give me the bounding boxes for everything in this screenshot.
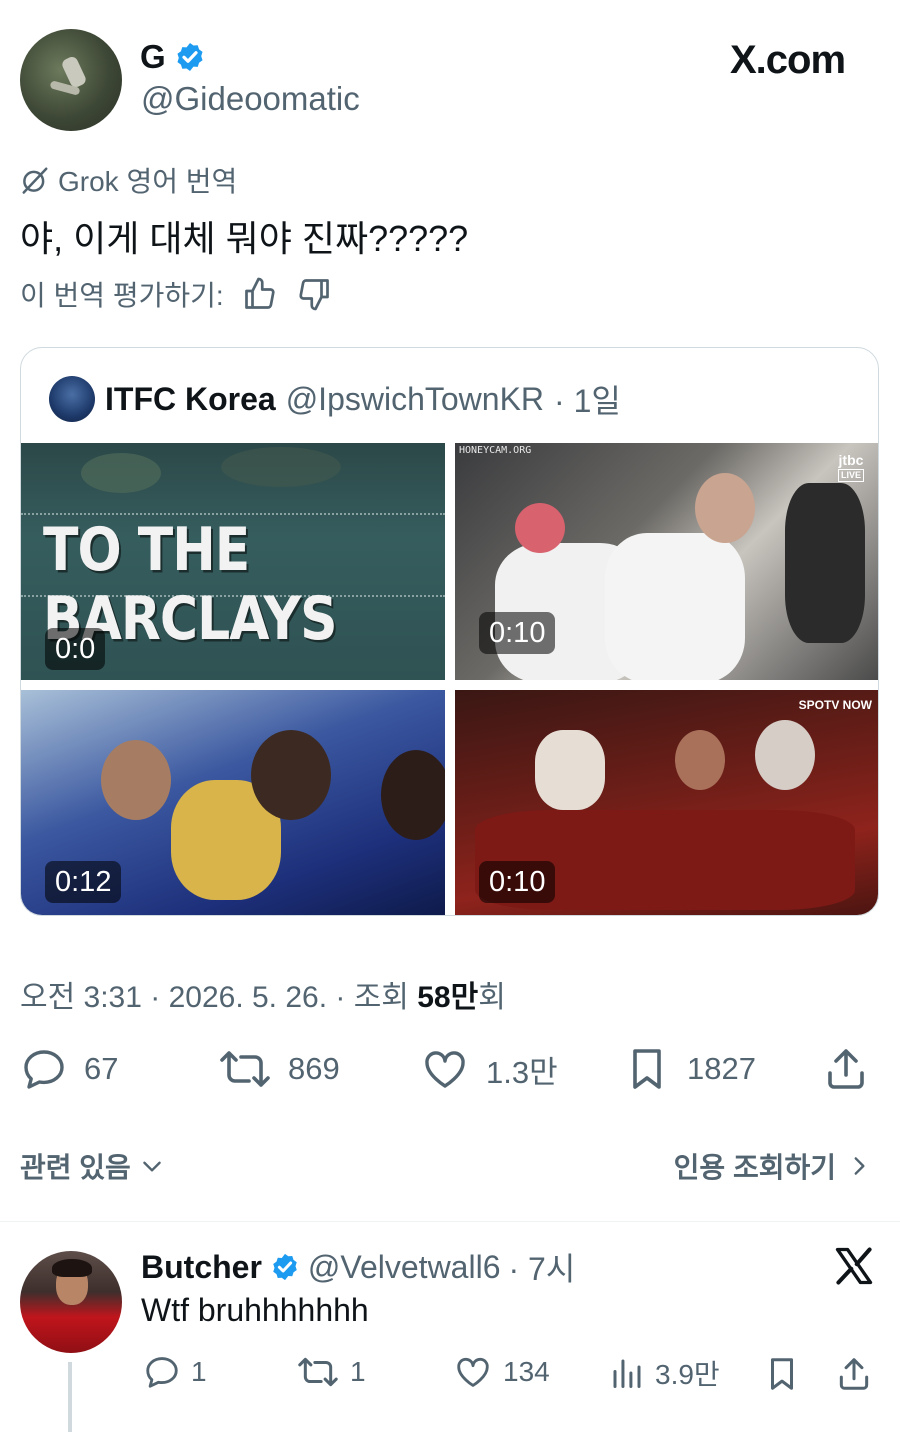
author-name[interactable]: G bbox=[140, 38, 166, 76]
reply-author-handle[interactable]: @Velvetwall6 bbox=[308, 1249, 501, 1286]
video-duration: 0:0 bbox=[45, 628, 106, 670]
repost-icon bbox=[298, 1357, 338, 1387]
translation-label: Grok 영어 번역 bbox=[58, 166, 238, 197]
repost-button[interactable]: 869 bbox=[218, 1045, 340, 1093]
media-video-2[interactable]: HONEYCAM.ORG jtbc LIVE 0:10 bbox=[455, 443, 878, 680]
reply-repost-count: 1 bbox=[350, 1356, 366, 1387]
translation-label-row: Grok 영어 번역 bbox=[20, 160, 237, 200]
reply-like-button[interactable]: 134 bbox=[453, 1353, 550, 1391]
view-quotes-label[interactable]: 인용 조회하기 bbox=[674, 1146, 836, 1186]
related-filter[interactable]: 관련 있음 bbox=[20, 1146, 165, 1186]
reply-text: Wtf bruhhhhhhh bbox=[141, 1292, 369, 1328]
author-handle[interactable]: @Gideoomatic bbox=[141, 80, 360, 118]
quoted-tweet-header: ITFC Korea @IpswichTownKR · 1일 bbox=[49, 376, 621, 422]
share-icon bbox=[828, 1049, 864, 1089]
x-brand-logo: X.com bbox=[730, 38, 846, 83]
reply-repost-button[interactable]: 1 bbox=[296, 1353, 366, 1391]
thread-line bbox=[68, 1362, 72, 1432]
quoted-time: · 1일 bbox=[554, 383, 621, 419]
thumbs-down-icon[interactable] bbox=[296, 276, 332, 312]
reply-icon bbox=[24, 1050, 64, 1089]
rate-translation-row: 이 번역 평가하기: bbox=[20, 274, 332, 314]
reply-time: · 7시 bbox=[508, 1251, 576, 1287]
view-quotes-link[interactable]: 인용 조회하기 bbox=[674, 1146, 872, 1186]
video-duration: 0:10 bbox=[479, 612, 556, 654]
media-video-3[interactable]: 0:12 bbox=[21, 690, 445, 915]
reply-header: Butcher @Velvetwall6 · 7시 bbox=[141, 1244, 575, 1290]
view-count: 58만 bbox=[417, 981, 479, 1014]
reply-reply-count: 1 bbox=[191, 1356, 207, 1387]
x-logo-icon bbox=[835, 1247, 873, 1285]
reply-icon bbox=[146, 1357, 178, 1388]
video-duration: 0:10 bbox=[479, 861, 556, 903]
reply-action-bar: 1 1 134 3.9만 bbox=[141, 1353, 881, 1397]
heart-icon bbox=[457, 1357, 489, 1387]
quoted-avatar[interactable] bbox=[49, 376, 95, 422]
like-count: 1.3만 bbox=[486, 1054, 558, 1090]
channel-name: jtbc bbox=[838, 452, 864, 468]
quoted-tweet-card[interactable]: ITFC Korea @IpswichTownKR · 1일 TO THE BA… bbox=[20, 347, 879, 916]
author-name-row[interactable]: G bbox=[140, 38, 206, 76]
chevron-right-icon bbox=[854, 1157, 865, 1175]
chevron-down-icon bbox=[143, 1161, 161, 1172]
reply-views-button[interactable]: 3.9만 bbox=[609, 1353, 720, 1393]
like-button[interactable]: 1.3만 bbox=[420, 1045, 558, 1093]
video-duration: 0:12 bbox=[45, 861, 122, 903]
share-icon[interactable] bbox=[835, 1355, 873, 1393]
bookmark-icon bbox=[633, 1049, 661, 1089]
bookmark-count: 1827 bbox=[687, 1051, 756, 1086]
reply-reply-button[interactable]: 1 bbox=[143, 1353, 207, 1391]
channel-badge: LIVE bbox=[837, 469, 864, 482]
media-video-4[interactable]: SPOTV NOW 0:10 bbox=[455, 690, 878, 915]
channel-logo: SPOTV NOW bbox=[798, 698, 872, 712]
brand-text: X.com bbox=[730, 38, 846, 82]
media-video-1[interactable]: TO THE BARCLAYS 0:0 bbox=[21, 443, 445, 680]
reply-count: 67 bbox=[84, 1051, 119, 1086]
tweet-text: 야, 이게 대체 뭐야 진짜????? bbox=[20, 218, 469, 259]
reply-button[interactable]: 67 bbox=[20, 1045, 118, 1093]
related-label[interactable]: 관련 있음 bbox=[20, 1146, 131, 1186]
tweet-timestamp[interactable]: 오전 3:31 · 2026. 5. 26. · 조회 bbox=[20, 981, 417, 1014]
tweet-meta: 오전 3:31 · 2026. 5. 26. · 조회 58만회 bbox=[20, 972, 506, 1016]
author-avatar[interactable] bbox=[20, 29, 122, 131]
heart-icon bbox=[425, 1051, 465, 1088]
reply-view-count: 3.9만 bbox=[655, 1359, 720, 1390]
verified-badge-icon bbox=[177, 43, 203, 71]
verified-badge-icon bbox=[273, 1253, 297, 1281]
grok-icon bbox=[22, 167, 48, 194]
quoted-author-handle[interactable]: @IpswichTownKR bbox=[286, 381, 544, 418]
view-count-suffix: 회 bbox=[478, 981, 506, 1014]
tweet-action-bar: 67 869 1.3만 1827 bbox=[20, 1045, 880, 1099]
reply-author-avatar[interactable] bbox=[20, 1251, 122, 1353]
video-watermark: HONEYCAM.ORG bbox=[459, 445, 532, 456]
repost-icon bbox=[220, 1051, 270, 1087]
quoted-author-name[interactable]: ITFC Korea bbox=[105, 381, 276, 418]
bookmark-icon[interactable] bbox=[763, 1355, 801, 1393]
thumbs-up-icon[interactable] bbox=[242, 276, 278, 312]
bookmark-button[interactable]: 1827 bbox=[623, 1045, 756, 1093]
repost-count: 869 bbox=[288, 1051, 340, 1086]
section-divider bbox=[0, 1221, 900, 1222]
analytics-icon bbox=[613, 1359, 641, 1388]
related-row: 관련 있음 인용 조회하기 bbox=[20, 1146, 872, 1186]
channel-logo: jtbc LIVE bbox=[837, 452, 864, 482]
reply-like-count: 134 bbox=[503, 1356, 550, 1387]
rate-translation-label: 이 번역 평가하기: bbox=[20, 280, 224, 311]
share-button[interactable] bbox=[822, 1045, 870, 1093]
reply-author-name[interactable]: Butcher bbox=[141, 1249, 262, 1286]
